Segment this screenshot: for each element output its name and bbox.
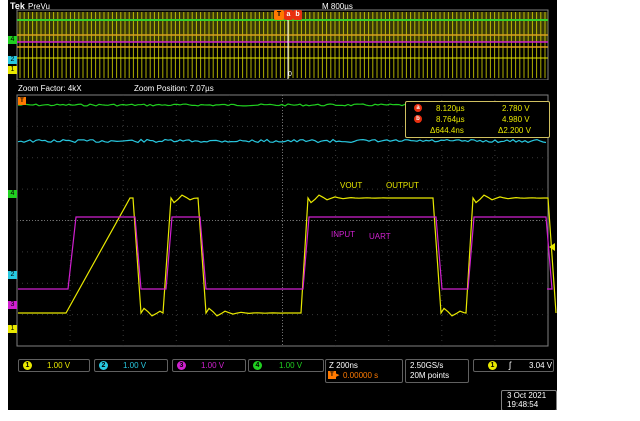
zoom-position: Zoom Position: 7.07µs (134, 84, 214, 93)
delay-trigger-icon: T (328, 371, 336, 379)
ch1-badge: 1 (23, 361, 32, 370)
cursor-a-time: 8.120µs (436, 104, 465, 113)
cursor-a-badge: a (414, 104, 422, 112)
zoom-factor: Zoom Factor: 4kX (18, 84, 82, 93)
ch2-scale: 1.00 V (123, 361, 147, 370)
ch4-scale-box[interactable]: 4 1.00 V (248, 359, 324, 372)
overview-ch4-marker[interactable]: 4 (8, 36, 17, 44)
cursor-b-badge: b (414, 115, 422, 123)
record-length: 20M points (410, 371, 450, 380)
ch2-scale-box[interactable]: 2 1.00 V (94, 359, 168, 372)
overview-ch2-marker[interactable]: 2 (8, 56, 17, 64)
ch1-scale-box[interactable]: 1 1.00 V (18, 359, 90, 372)
trigger-source-badge: 1 (488, 361, 497, 370)
ch2-badge: 2 (99, 361, 108, 370)
trigger-position-marker[interactable]: T (274, 10, 284, 20)
time: 19:48:54 (507, 400, 539, 409)
cursor-a-top-marker[interactable]: a (284, 10, 293, 20)
cursor-a-voltage: 2.780 V (502, 104, 530, 113)
date: 3 Oct 2021 (507, 391, 547, 400)
main-ch3-marker[interactable]: 3 (8, 301, 17, 309)
ch3-scale-box[interactable]: 3 1.00 V (172, 359, 246, 372)
cursor-delta-voltage: Δ2.200 V (498, 126, 531, 135)
trigger-level: 3.04 V (529, 361, 553, 370)
horizontal-box[interactable]: Z 200ns T ▸ 0.00000 s (325, 359, 403, 383)
main-trigger-marker[interactable]: T (18, 97, 26, 105)
uart-annotation: UART (369, 232, 391, 241)
ch4-badge: 4 (253, 361, 262, 370)
ch4-scale: 1.00 V (279, 361, 303, 370)
overview-ch1-marker[interactable]: 1 (8, 66, 17, 74)
main-ch4-marker[interactable]: 4 (8, 190, 17, 198)
main-ch1-marker[interactable]: 1 (8, 325, 17, 333)
sample-rate: 2.50GS/s (410, 361, 444, 370)
ch3-badge: 3 (177, 361, 186, 370)
vout-annotation: VOUT (340, 181, 363, 190)
overview-zero-label: 0 (288, 71, 292, 78)
acquisition-box[interactable]: 2.50GS/s 20M points (405, 359, 469, 383)
rising-edge-icon: ʃ (509, 360, 511, 370)
input-annotation: INPUT (331, 230, 355, 239)
main-ch2-marker[interactable]: 2 (8, 271, 17, 279)
horizontal-delay: 0.00000 s (343, 371, 379, 380)
delay-arrow-icon: ▸ (336, 372, 340, 379)
ch1-scale: 1.00 V (47, 361, 71, 370)
cursor-readout: a 8.120µs 2.780 V b 8.764µs 4.980 V Δ644… (405, 101, 550, 138)
output-annotation: OUTPUT (386, 181, 419, 190)
cursor-delta-time: Δ644.4ns (430, 126, 464, 135)
cursor-b-voltage: 4.980 V (502, 115, 530, 124)
trigger-box[interactable]: 1 ʃ 3.04 V (473, 359, 554, 372)
cursor-b-time: 8.764µs (436, 115, 465, 124)
datetime-box: 3 Oct 2021 19:48:54 (501, 390, 557, 410)
cursor-b-top-marker[interactable]: b (293, 10, 302, 20)
trigger-level-marker[interactable] (549, 243, 555, 251)
oscilloscope-screen: Tek PreVu M 800µs 0 T a b 4 2 1 Zoom Fac… (8, 0, 557, 410)
ch3-scale: 1.00 V (201, 361, 225, 370)
horizontal-scale: Z 200ns (329, 361, 358, 370)
